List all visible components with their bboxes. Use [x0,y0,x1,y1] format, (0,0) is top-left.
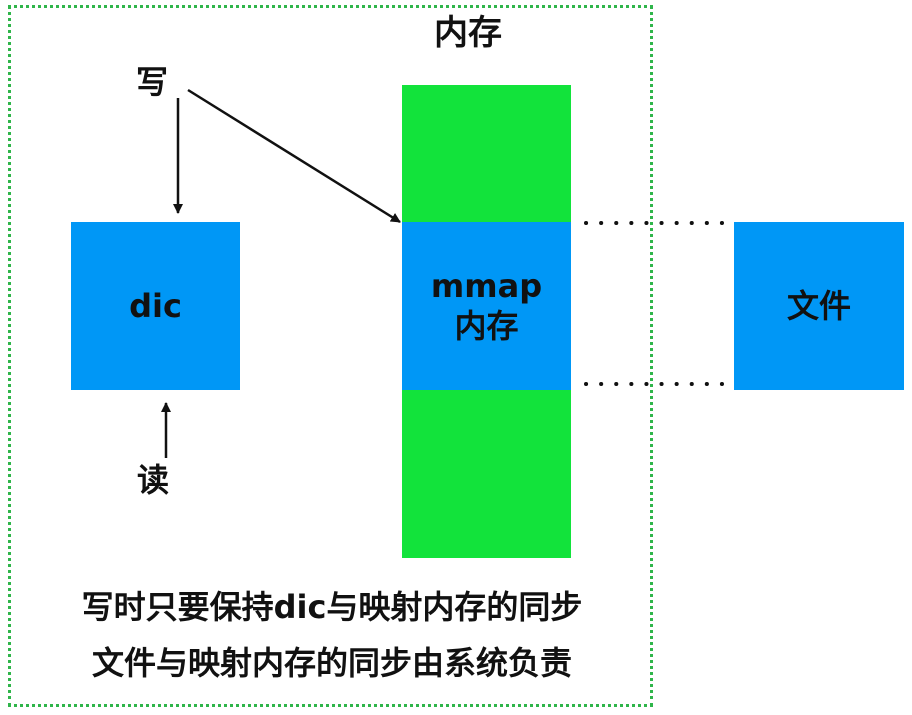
memory-title: 内存 [434,13,502,53]
note-line-2: 文件与映射内存的同步由系统负责 [91,644,572,682]
mmap-label: mmap [430,267,543,305]
file-label: 文件 [786,287,851,325]
memory-block-top [402,85,571,223]
write-label: 写 [136,63,169,101]
file-box: 文件 [734,222,904,390]
dic-label: dic [129,287,182,325]
read-label: 读 [137,461,170,499]
dic-box: dic [71,222,240,390]
note-line-1: 写时只要保持dic与映射内存的同步 [81,588,583,626]
mmap-memory-box: mmap 内存 [402,222,571,390]
memory-block-bottom [402,390,571,558]
mmap-memory-label: 内存 [454,307,519,345]
